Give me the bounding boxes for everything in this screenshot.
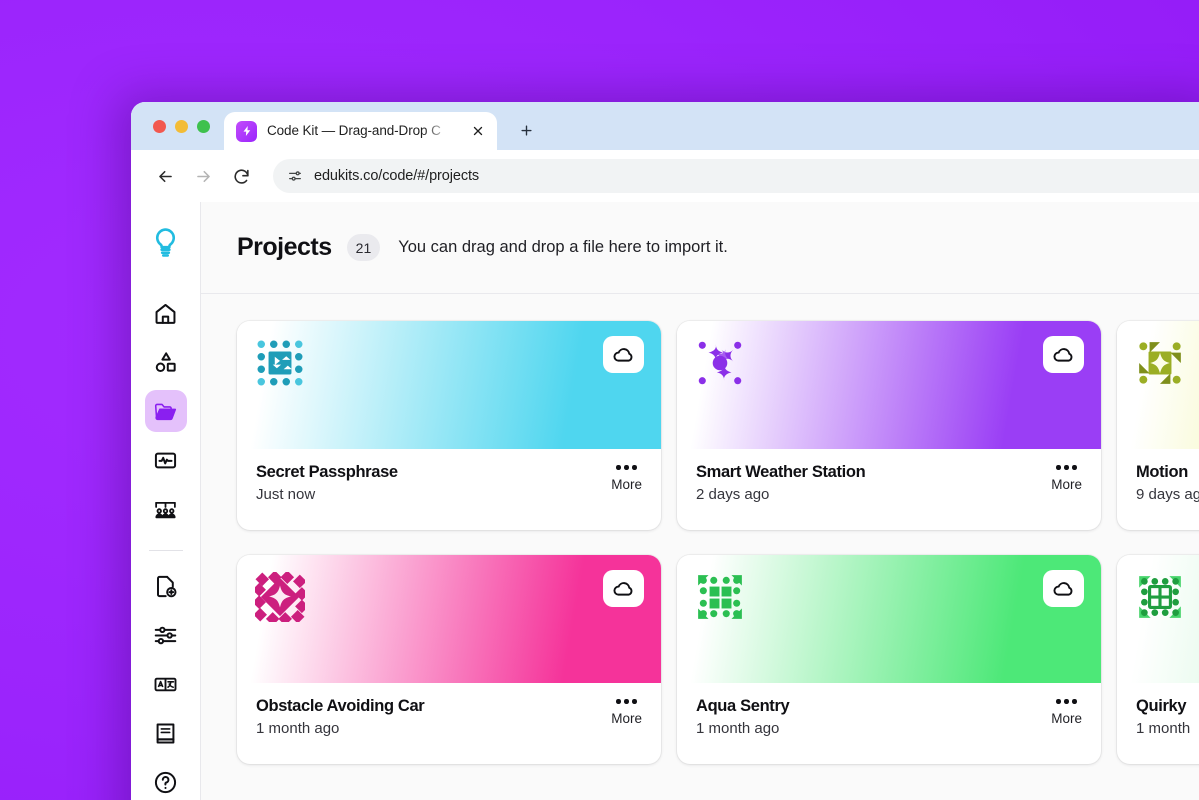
browser-toolbar: edukits.co/code/#/projects bbox=[131, 150, 1199, 202]
project-thumbnail bbox=[1117, 321, 1199, 449]
project-card-footer: Secret Passphrase Just now More bbox=[237, 449, 661, 530]
page-title: Projects bbox=[237, 233, 332, 262]
dropzone-hint: You can drag and drop a file here to imp… bbox=[398, 238, 728, 257]
project-timestamp: Just now bbox=[256, 486, 398, 503]
cloud-sync-icon[interactable] bbox=[603, 336, 644, 373]
sidebar-item-help[interactable] bbox=[145, 761, 187, 800]
project-glyph-grid-corners-icon bbox=[695, 572, 745, 622]
project-card[interactable]: Secret Passphrase Just now More bbox=[237, 321, 661, 530]
project-meta: Smart Weather Station 2 days ago bbox=[696, 463, 865, 530]
project-timestamp: 2 days ago bbox=[696, 486, 865, 503]
project-more-button[interactable]: More bbox=[611, 697, 642, 764]
project-count-badge: 21 bbox=[347, 234, 381, 261]
project-title: Aqua Sentry bbox=[696, 697, 789, 716]
project-meta: Motion 9 days ago bbox=[1136, 463, 1199, 530]
project-card[interactable]: Motion 9 days ago More bbox=[1117, 321, 1199, 530]
ellipsis-icon bbox=[1056, 699, 1077, 704]
sidebar-divider bbox=[149, 550, 183, 551]
sidebar-item-projects[interactable] bbox=[145, 390, 187, 432]
project-meta: Quirky 1 month bbox=[1136, 697, 1190, 764]
project-title: Secret Passphrase bbox=[256, 463, 398, 482]
project-card[interactable]: Quirky 1 month More bbox=[1117, 555, 1199, 764]
project-card-footer: Quirky 1 month More bbox=[1117, 683, 1199, 764]
browser-window: Code Kit — Drag-and-Drop C bbox=[131, 102, 1199, 800]
new-tab-button[interactable] bbox=[511, 115, 541, 145]
project-more-button[interactable]: More bbox=[1051, 463, 1082, 530]
site-settings-icon[interactable] bbox=[287, 168, 303, 184]
lightbulb-logo[interactable] bbox=[144, 220, 188, 264]
close-window-button[interactable] bbox=[153, 120, 166, 133]
ellipsis-icon bbox=[616, 699, 637, 704]
project-glyph-burst-circle-icon bbox=[695, 338, 745, 388]
maximize-window-button[interactable] bbox=[197, 120, 210, 133]
projects-grid: Secret Passphrase Just now More Smart We… bbox=[237, 321, 1199, 764]
project-card-footer: Motion 9 days ago More bbox=[1117, 449, 1199, 530]
main-panel: Projects 21 You can drag and drop a file… bbox=[201, 202, 1199, 800]
cloud-sync-icon[interactable] bbox=[603, 570, 644, 607]
project-card-footer: Aqua Sentry 1 month ago More bbox=[677, 683, 1101, 764]
project-card[interactable]: Aqua Sentry 1 month ago More bbox=[677, 555, 1101, 764]
more-label: More bbox=[611, 711, 642, 726]
cloud-sync-icon[interactable] bbox=[1043, 570, 1084, 607]
sidebar-item-shapes[interactable] bbox=[145, 341, 187, 383]
address-bar-url: edukits.co/code/#/projects bbox=[314, 168, 479, 184]
sidebar bbox=[131, 202, 201, 800]
project-timestamp: 1 month ago bbox=[256, 720, 424, 737]
project-card[interactable]: Obstacle Avoiding Car 1 month ago More bbox=[237, 555, 661, 764]
window-traffic-lights bbox=[145, 102, 224, 150]
project-glyph-diamond-star-icon bbox=[255, 572, 305, 622]
project-thumbnail bbox=[677, 555, 1101, 683]
ellipsis-icon bbox=[616, 465, 637, 470]
lightning-bolt-icon bbox=[236, 121, 257, 142]
project-glyph-window-grid-icon bbox=[1135, 572, 1185, 622]
sidebar-item-classroom[interactable] bbox=[145, 488, 187, 530]
projects-scroll-area[interactable]: Secret Passphrase Just now More Smart We… bbox=[201, 294, 1199, 800]
address-bar[interactable]: edukits.co/code/#/projects bbox=[273, 159, 1199, 193]
project-title: Motion bbox=[1136, 463, 1199, 482]
browser-tab-title: Code Kit — Drag-and-Drop C bbox=[267, 123, 441, 138]
project-title: Quirky bbox=[1136, 697, 1190, 716]
sidebar-item-language[interactable] bbox=[145, 663, 187, 705]
back-arrow-icon[interactable] bbox=[149, 160, 181, 192]
ellipsis-icon bbox=[1056, 465, 1077, 470]
project-meta: Aqua Sentry 1 month ago bbox=[696, 697, 789, 764]
project-meta: Secret Passphrase Just now bbox=[256, 463, 398, 530]
reload-icon[interactable] bbox=[225, 160, 257, 192]
browser-tab-title-wrap: Code Kit — Drag-and-Drop C bbox=[267, 121, 457, 141]
sidebar-item-serial-monitor[interactable] bbox=[145, 439, 187, 481]
project-card-footer: Obstacle Avoiding Car 1 month ago More bbox=[237, 683, 661, 764]
project-card-footer: Smart Weather Station 2 days ago More bbox=[677, 449, 1101, 530]
project-timestamp: 1 month ago bbox=[696, 720, 789, 737]
sidebar-item-new-file[interactable] bbox=[145, 565, 187, 607]
project-thumbnail bbox=[237, 555, 661, 683]
project-glyph-dot-grid-arrows-icon bbox=[255, 338, 305, 388]
app-body: Projects 21 You can drag and drop a file… bbox=[131, 202, 1199, 800]
sidebar-item-docs[interactable] bbox=[145, 712, 187, 754]
project-timestamp: 1 month bbox=[1136, 720, 1190, 737]
more-label: More bbox=[1051, 477, 1082, 492]
sidebar-item-settings[interactable] bbox=[145, 614, 187, 656]
project-title: Obstacle Avoiding Car bbox=[256, 697, 424, 716]
sidebar-item-home[interactable] bbox=[145, 292, 187, 334]
project-meta: Obstacle Avoiding Car 1 month ago bbox=[256, 697, 424, 764]
cloud-sync-icon[interactable] bbox=[1043, 336, 1084, 373]
project-thumbnail bbox=[677, 321, 1101, 449]
minimize-window-button[interactable] bbox=[175, 120, 188, 133]
project-timestamp: 9 days ago bbox=[1136, 486, 1199, 503]
project-thumbnail bbox=[237, 321, 661, 449]
page-header: Projects 21 You can drag and drop a file… bbox=[201, 202, 1199, 294]
project-more-button[interactable]: More bbox=[611, 463, 642, 530]
browser-tab-strip: Code Kit — Drag-and-Drop C bbox=[131, 102, 1199, 150]
project-card[interactable]: Smart Weather Station 2 days ago More bbox=[677, 321, 1101, 530]
close-icon[interactable] bbox=[467, 120, 489, 142]
forward-arrow-icon[interactable] bbox=[187, 160, 219, 192]
project-thumbnail bbox=[1117, 555, 1199, 683]
more-label: More bbox=[1051, 711, 1082, 726]
more-label: More bbox=[611, 477, 642, 492]
project-title: Smart Weather Station bbox=[696, 463, 865, 482]
browser-tab[interactable]: Code Kit — Drag-and-Drop C bbox=[224, 112, 497, 150]
project-glyph-spark-frame-icon bbox=[1135, 338, 1185, 388]
project-more-button[interactable]: More bbox=[1051, 697, 1082, 764]
